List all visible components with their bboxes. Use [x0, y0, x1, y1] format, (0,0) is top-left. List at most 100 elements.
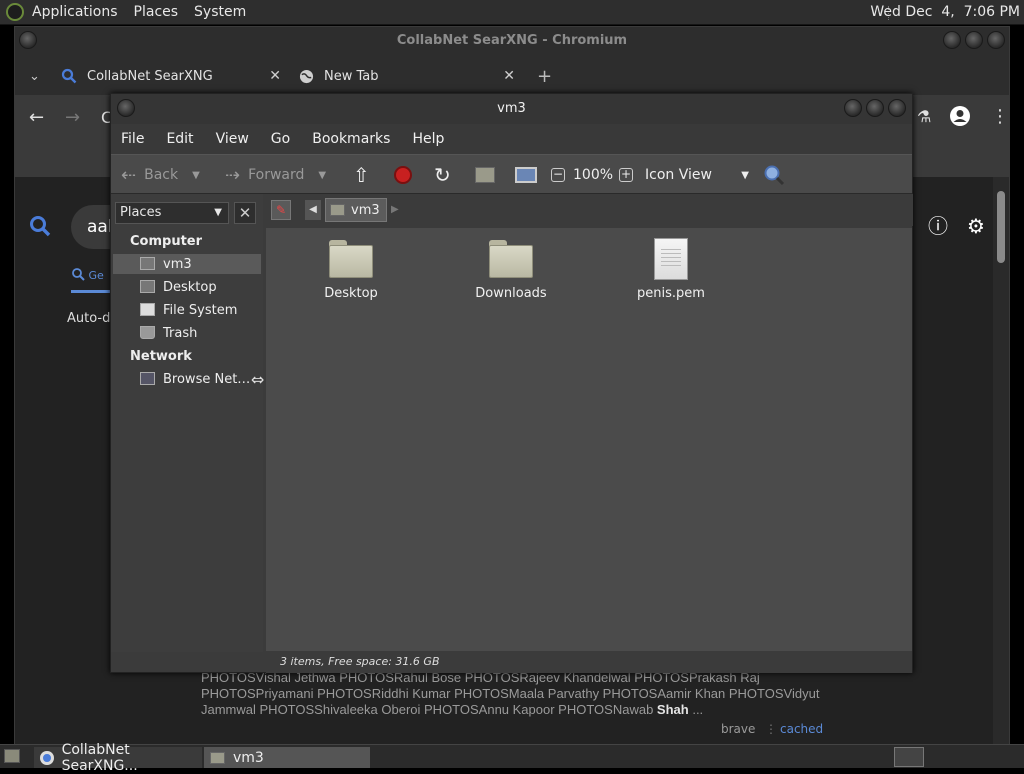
maximize-button[interactable] [866, 99, 884, 117]
zoom-in-icon[interactable]: + [619, 155, 633, 195]
snippet-line: PHOTOSPriyamani PHOTOSRiddhi Kumar PHOTO… [201, 686, 820, 701]
back-dropdown-icon[interactable]: ▼ [192, 170, 200, 181]
window-menu-button[interactable] [19, 31, 37, 49]
tab-searxng[interactable]: CollabNet SearXNG ✕ [61, 61, 281, 91]
file-manager-title: vm3 [111, 94, 912, 124]
sidebar: Places ▼ ✕ Computer vm3 Desktop File Sys… [111, 194, 265, 652]
app-menu-logo-icon[interactable] [6, 3, 24, 21]
folder-icon [489, 240, 533, 278]
maximize-button[interactable] [965, 31, 983, 49]
page-scrollbar[interactable] [993, 177, 1009, 745]
result-separator-icon: ⋮ [765, 722, 777, 736]
desktop-folder-icon [140, 280, 155, 293]
menu-file[interactable]: File [121, 131, 144, 147]
info-icon[interactable]: ⓘ [927, 215, 949, 237]
file-item-desktop[interactable]: Desktop [296, 240, 406, 301]
category-general-tab[interactable]: Ge [71, 267, 104, 282]
system-menu[interactable]: System [186, 0, 254, 25]
show-desktop-icon[interactable] [4, 749, 20, 763]
taskbar-item-vm3[interactable]: vm3 [204, 747, 370, 768]
zoom-level: 100% [573, 167, 614, 183]
resize-cursor-icon: ⇔ [251, 370, 265, 389]
edit-location-icon[interactable]: ✎ [271, 200, 291, 220]
labs-flask-icon[interactable]: ⚗ [917, 107, 931, 126]
file-manager-window: vm3 File Edit View Go Bookmarks Help ⇠ B… [110, 93, 913, 673]
snippet-highlight: Shah [656, 702, 689, 717]
file-item-label: Downloads [475, 286, 547, 301]
forward-dropdown-icon[interactable]: ▼ [318, 170, 326, 181]
back-arrow-icon[interactable]: ← [29, 107, 44, 128]
path-bar: ✎ ◀ vm3 ▶ [263, 194, 913, 226]
close-tab-icon[interactable]: ✕ [503, 68, 515, 84]
sidebar-item-file-system[interactable]: File System [113, 300, 261, 320]
forward-arrow-icon[interactable]: → [65, 107, 80, 128]
kebab-menu-icon[interactable]: ⋮ [991, 106, 1009, 127]
tab-list-chevron-icon[interactable]: ⌄ [29, 61, 40, 91]
sidebar-item-browse-network[interactable]: Browse Net… [113, 369, 261, 389]
search-icon[interactable] [29, 215, 51, 237]
tab-label: CollabNet SearXNG [87, 68, 213, 84]
path-segment-vm3[interactable]: vm3 [325, 198, 387, 222]
file-item-penis-pem[interactable]: penis.pem [616, 238, 726, 301]
cached-link[interactable]: cached [780, 722, 823, 736]
applications-menu[interactable]: Applications [24, 0, 126, 25]
menu-go[interactable]: Go [271, 131, 290, 147]
home-folder-icon [210, 751, 225, 764]
chevron-down-icon: ▼ [741, 169, 749, 181]
path-right-arrow-icon[interactable]: ▶ [391, 200, 399, 220]
home-folder-icon[interactable] [475, 155, 495, 195]
workspace-switcher[interactable] [894, 747, 924, 767]
places-menu[interactable]: Places [126, 0, 187, 25]
forward-label: Forward [248, 167, 305, 183]
path-segment-label: vm3 [351, 202, 380, 218]
path-left-arrow-icon[interactable]: ◀ [305, 200, 321, 220]
up-arrow-icon[interactable]: ⇧ [353, 155, 370, 195]
minimize-button[interactable] [943, 31, 961, 49]
desktop-folder-icon [329, 240, 373, 278]
menu-view[interactable]: View [216, 131, 249, 147]
profile-avatar-icon[interactable] [949, 105, 971, 132]
back-label: Back [144, 167, 179, 183]
tab-new-tab[interactable]: New Tab ✕ [299, 61, 515, 91]
forward-button[interactable]: ⇢ Forward ▼ [225, 155, 326, 195]
sidebar-item-vm3[interactable]: vm3 [113, 254, 261, 274]
result-snippet: PHOTOSVishal Jethwa PHOTOSRahul Bose PHO… [201, 670, 841, 718]
sidebar-item-label: Trash [163, 325, 198, 341]
close-button[interactable] [987, 31, 1005, 49]
chevron-down-icon: ▼ [214, 207, 222, 218]
sidebar-type-select[interactable]: Places ▼ [115, 202, 229, 224]
stop-icon[interactable] [394, 155, 412, 195]
window-menu-button[interactable] [117, 99, 135, 117]
back-button[interactable]: ⇠ Back ▼ [121, 155, 200, 195]
status-bar: 3 items, Free space: 31.6 GB [266, 651, 912, 673]
new-tab-plus-icon[interactable]: + [537, 61, 552, 91]
minimize-button[interactable] [844, 99, 862, 117]
close-button[interactable] [888, 99, 906, 117]
reload-icon[interactable]: ↻ [434, 155, 451, 195]
snippet-ellipsis: ... [688, 702, 704, 717]
taskbar-item-chromium[interactable]: CollabNet SearXNG... [34, 742, 202, 774]
settings-gear-icon[interactable]: ⚙ [965, 215, 987, 237]
close-tab-icon[interactable]: ✕ [269, 68, 281, 84]
clock[interactable]: Wed Dec 4, 7:06 PM [870, 0, 1020, 25]
view-mode-select[interactable]: Icon View ▼ [645, 155, 749, 195]
tab-strip: ⌄ CollabNet SearXNG ✕ New Tab ✕ + [15, 55, 1009, 95]
sidebar-item-desktop[interactable]: Desktop [113, 277, 261, 297]
globe-icon [299, 69, 314, 83]
menu-bookmarks[interactable]: Bookmarks [312, 131, 390, 147]
search-icon[interactable] [763, 155, 785, 195]
sidebar-header-computer: Computer [130, 234, 203, 249]
file-item-downloads[interactable]: Downloads [456, 240, 566, 301]
computer-icon[interactable] [515, 155, 537, 195]
file-manager-toolbar: ⇠ Back ▼ ⇢ Forward ▼ ⇧ ↻ −100% + Icon Vi… [111, 154, 912, 194]
text-file-icon [654, 238, 688, 280]
sidebar-item-trash[interactable]: Trash [113, 323, 261, 343]
menu-help[interactable]: Help [412, 131, 444, 147]
result-engine: brave [721, 722, 756, 736]
zoom-out-button[interactable]: −100% [551, 155, 613, 195]
scrollbar-thumb[interactable] [997, 191, 1005, 263]
close-sidebar-icon[interactable]: ✕ [234, 202, 256, 224]
search-icon [72, 268, 85, 281]
menu-edit[interactable]: Edit [166, 131, 193, 147]
view-mode-label: Icon View [645, 167, 712, 183]
